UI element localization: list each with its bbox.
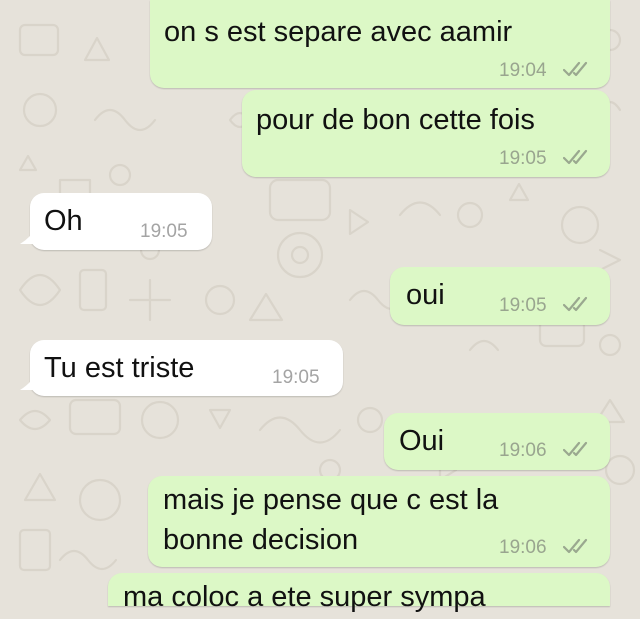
read-ticks-icon	[563, 296, 588, 312]
message-bubble-outgoing[interactable]: pour de bon cette fois 19:05	[242, 90, 610, 177]
message-text: Oh	[44, 205, 83, 237]
message-timestamp: 19:04	[499, 60, 547, 81]
message-bubble-outgoing[interactable]: ma coloc a ete super sympa	[108, 573, 610, 613]
read-ticks-icon	[563, 538, 588, 554]
read-ticks-icon	[563, 149, 588, 165]
message-text: Oui	[399, 425, 445, 457]
message-text: oui	[406, 279, 445, 311]
message-bubble-outgoing[interactable]: Oui 19:06	[384, 413, 610, 470]
message-text: on s est separe avec aamir	[164, 16, 513, 48]
message-text-line-2: bonne decision	[163, 524, 359, 556]
message-bubble-outgoing[interactable]: on s est separe avec aamir 19:04	[150, 0, 610, 88]
read-ticks-icon	[563, 61, 588, 77]
bubble-tail	[20, 372, 38, 390]
message-bubble-incoming[interactable]: Oh 19:05	[20, 193, 212, 250]
message-timestamp: 19:06	[499, 440, 547, 461]
message-text: ma coloc a ete super sympa	[123, 581, 486, 613]
message-text-line-1: mais je pense que c est la	[163, 484, 499, 516]
message-timestamp: 19:05	[499, 295, 547, 316]
message-bubble-outgoing[interactable]: oui 19:05	[390, 267, 610, 325]
message-text: Tu est triste	[44, 352, 195, 384]
message-timestamp: 19:05	[499, 148, 547, 169]
message-timestamp: 19:05	[140, 221, 188, 242]
read-ticks-icon	[563, 441, 588, 457]
bubble-tail	[20, 226, 38, 244]
message-bubble-outgoing[interactable]: mais je pense que c est la bonne decisio…	[148, 476, 610, 567]
message-timestamp: 19:06	[499, 537, 547, 558]
message-bubble-incoming[interactable]: Tu est triste 19:05	[20, 340, 343, 396]
message-text: pour de bon cette fois	[256, 104, 535, 136]
message-timestamp: 19:05	[272, 367, 320, 388]
